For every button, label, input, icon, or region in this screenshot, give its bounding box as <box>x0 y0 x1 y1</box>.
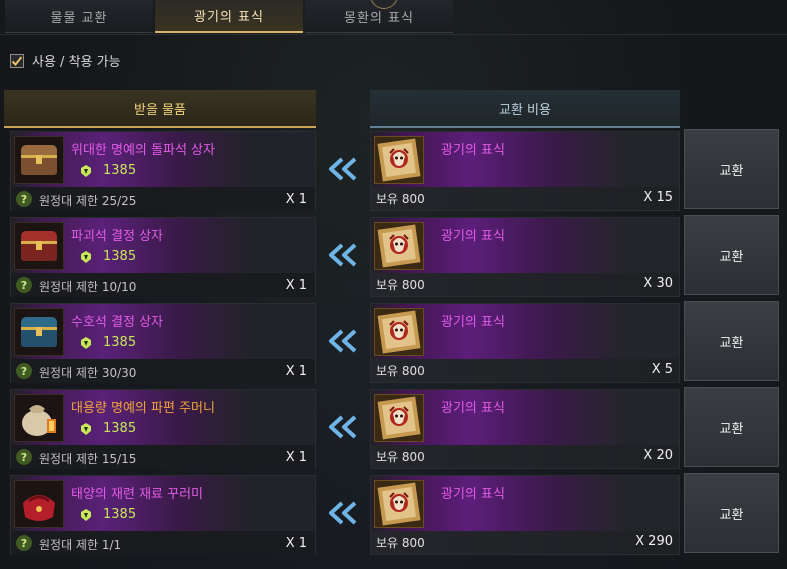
item-name: 위대한 명예의 돌파석 상자 <box>71 143 215 158</box>
checkmark-icon <box>11 55 23 66</box>
owned-count: 보유 800 <box>376 536 425 550</box>
cost-item-name: 광기의 표식 <box>441 487 505 502</box>
item-level-value: 1385 <box>103 335 137 350</box>
help-icon[interactable]: ? <box>16 191 32 207</box>
exchange-row: 파괴석 결정 상자 1385 ? 원정대 제한 10/10 X 1 광기의 표식… <box>0 215 787 297</box>
pouch-icon <box>14 394 64 442</box>
receive-quantity: X 1 <box>285 536 307 551</box>
tab-barter[interactable]: 물물 교환 <box>5 0 153 33</box>
item-name: 태양의 재련 재료 꾸러미 <box>71 487 203 502</box>
cost-item-panel[interactable]: 광기의 표식 보유 800 X 15 <box>370 131 680 211</box>
item-level-value: 1385 <box>103 507 137 522</box>
exchange-button[interactable]: 교환 <box>684 387 779 467</box>
receive-header: 받을 물품 <box>4 90 316 128</box>
owned-count: 보유 800 <box>376 192 425 206</box>
double-chevron-left-icon <box>329 157 357 181</box>
owned-count: 보유 800 <box>376 278 425 292</box>
double-chevron-left-icon <box>329 501 357 525</box>
usable-checkbox[interactable] <box>10 53 24 68</box>
madness-token-icon <box>374 136 424 184</box>
item-level: 1385 <box>81 163 136 178</box>
divider <box>0 34 787 35</box>
cost-quantity: X 5 <box>651 362 673 377</box>
double-chevron-left-icon <box>329 243 357 267</box>
madness-token-icon <box>374 394 424 442</box>
item-level-icon <box>81 422 91 435</box>
item-level-icon <box>81 164 91 177</box>
cost-quantity: X 20 <box>643 448 673 463</box>
cost-item-panel[interactable]: 광기의 표식 보유 800 X 5 <box>370 303 680 383</box>
exchange-button[interactable]: 교환 <box>684 301 779 381</box>
madness-token-icon <box>374 308 424 356</box>
exchange-button[interactable]: 교환 <box>684 473 779 553</box>
red-chest-icon <box>14 222 64 270</box>
cost-item-panel[interactable]: 광기의 표식 보유 800 X 290 <box>370 475 680 555</box>
cost-item-panel[interactable]: 광기의 표식 보유 800 X 30 <box>370 217 680 297</box>
receive-quantity: X 1 <box>285 192 307 207</box>
exchange-button[interactable]: 교환 <box>684 129 779 209</box>
item-level: 1385 <box>81 335 136 350</box>
cost-item-name: 광기의 표식 <box>441 315 505 330</box>
exchange-row: 수호석 결정 상자 1385 ? 원정대 제한 30/30 X 1 광기의 표식… <box>0 301 787 383</box>
double-chevron-left-icon <box>329 329 357 353</box>
item-level-value: 1385 <box>103 163 137 178</box>
receive-item-panel[interactable]: 대용량 명예의 파편 주머니 1385 ? 원정대 제한 15/15 X 1 <box>10 389 316 469</box>
receive-quantity: X 1 <box>285 364 307 379</box>
receive-item-panel[interactable]: 태양의 재련 재료 꾸러미 1385 ? 원정대 제한 1/1 X 1 <box>10 475 316 555</box>
receive-item-panel[interactable]: 수호석 결정 상자 1385 ? 원정대 제한 30/30 X 1 <box>10 303 316 383</box>
exchange-row: 대용량 명예의 파편 주머니 1385 ? 원정대 제한 15/15 X 1 광… <box>0 387 787 469</box>
item-level-icon <box>81 508 91 521</box>
item-level: 1385 <box>81 507 136 522</box>
madness-token-icon <box>374 222 424 270</box>
owned-count: 보유 800 <box>376 364 425 378</box>
cost-quantity: X 15 <box>643 190 673 205</box>
item-name: 대용량 명예의 파편 주머니 <box>71 401 215 416</box>
help-icon[interactable]: ? <box>16 363 32 379</box>
help-icon[interactable]: ? <box>16 449 32 465</box>
cost-item-panel[interactable]: 광기의 표식 보유 800 X 20 <box>370 389 680 469</box>
red-bag-icon <box>14 480 64 528</box>
receive-quantity: X 1 <box>285 278 307 293</box>
item-name: 수호석 결정 상자 <box>71 315 163 330</box>
cost-item-name: 광기의 표식 <box>441 143 505 158</box>
receive-item-panel[interactable]: 파괴석 결정 상자 1385 ? 원정대 제한 10/10 X 1 <box>10 217 316 297</box>
owned-count: 보유 800 <box>376 450 425 464</box>
purchase-limit: 원정대 제한 30/30 <box>39 366 137 380</box>
item-level: 1385 <box>81 249 136 264</box>
item-name: 파괴석 결정 상자 <box>71 229 163 244</box>
purchase-limit: 원정대 제한 15/15 <box>39 452 137 466</box>
cost-item-name: 광기의 표식 <box>441 229 505 244</box>
cost-quantity: X 30 <box>643 276 673 291</box>
double-chevron-left-icon <box>329 415 357 439</box>
purchase-limit: 원정대 제한 10/10 <box>39 280 137 294</box>
cost-header: 교환 비용 <box>370 90 680 128</box>
item-level-value: 1385 <box>103 421 137 436</box>
item-level: 1385 <box>81 421 136 436</box>
chest-icon <box>14 136 64 184</box>
exchange-row: 태양의 재련 재료 꾸러미 1385 ? 원정대 제한 1/1 X 1 광기의 … <box>0 473 787 555</box>
help-icon[interactable]: ? <box>16 277 32 293</box>
purchase-limit: 원정대 제한 25/25 <box>39 194 137 208</box>
purchase-limit: 원정대 제한 1/1 <box>39 538 122 552</box>
exchange-row: 위대한 명예의 돌파석 상자 1385 ? 원정대 제한 25/25 X 1 광… <box>0 129 787 211</box>
item-level-icon <box>81 336 91 349</box>
item-level-icon <box>81 250 91 263</box>
usable-filter-label: 사용 / 착용 가능 <box>32 55 121 70</box>
tab-madness-mark[interactable]: 광기의 표식 <box>155 0 303 33</box>
receive-quantity: X 1 <box>285 450 307 465</box>
exchange-button[interactable]: 교환 <box>684 215 779 295</box>
madness-token-icon <box>374 480 424 528</box>
usable-filter[interactable]: 사용 / 착용 가능 <box>10 51 121 70</box>
blue-chest-icon <box>14 308 64 356</box>
help-icon[interactable]: ? <box>16 535 32 551</box>
receive-item-panel[interactable]: 위대한 명예의 돌파석 상자 1385 ? 원정대 제한 25/25 X 1 <box>10 131 316 211</box>
cost-quantity: X 290 <box>635 534 673 549</box>
cost-item-name: 광기의 표식 <box>441 401 505 416</box>
item-level-value: 1385 <box>103 249 137 264</box>
